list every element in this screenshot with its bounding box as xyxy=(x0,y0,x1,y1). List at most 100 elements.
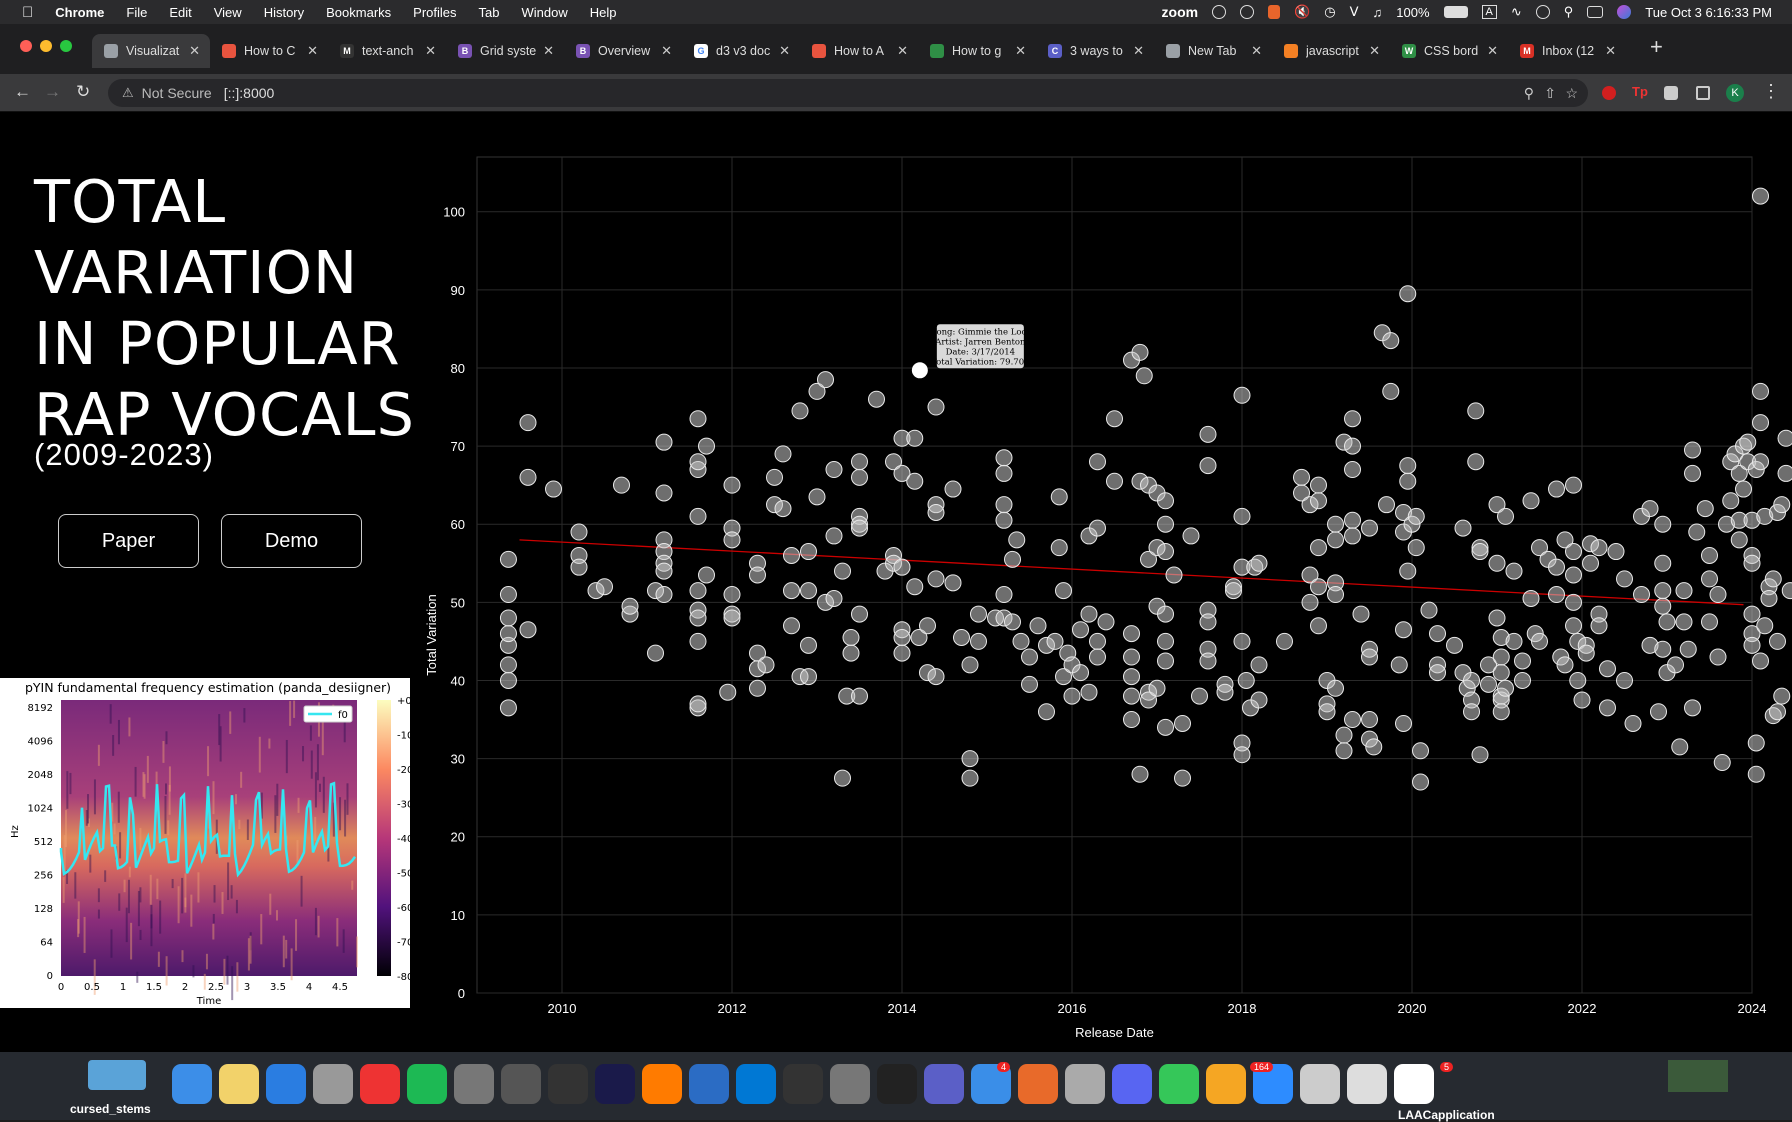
data-point[interactable] xyxy=(1311,618,1327,634)
data-point[interactable] xyxy=(500,587,516,603)
data-point[interactable] xyxy=(1515,653,1531,669)
data-point[interactable] xyxy=(1175,770,1191,786)
data-point[interactable] xyxy=(1251,657,1267,673)
tab-close-icon[interactable]: ✕ xyxy=(1133,43,1144,59)
data-point[interactable] xyxy=(1200,426,1216,442)
data-point[interactable] xyxy=(1680,641,1696,657)
data-point[interactable] xyxy=(1523,493,1539,509)
data-point[interactable] xyxy=(1022,649,1038,665)
data-point[interactable] xyxy=(648,645,664,661)
data-point[interactable] xyxy=(690,633,706,649)
data-point[interactable] xyxy=(1566,544,1582,560)
data-point[interactable] xyxy=(1655,555,1671,571)
battery-icon[interactable] xyxy=(1444,6,1468,18)
data-point[interactable] xyxy=(1753,454,1769,470)
warning-icon[interactable]: ⚠ xyxy=(122,85,134,101)
data-point[interactable] xyxy=(1124,688,1140,704)
data-point[interactable] xyxy=(571,524,587,540)
clock-icon[interactable]: ◷ xyxy=(1324,4,1335,20)
data-point[interactable] xyxy=(520,622,536,638)
data-point[interactable] xyxy=(1549,587,1565,603)
data-point[interactable] xyxy=(1753,383,1769,399)
data-point[interactable] xyxy=(1345,438,1361,454)
data-point[interactable] xyxy=(818,372,834,388)
data-point[interactable] xyxy=(500,610,516,626)
data-point[interactable] xyxy=(775,446,791,462)
data-point[interactable] xyxy=(1489,555,1505,571)
data-point[interactable] xyxy=(1400,563,1416,579)
menu-profiles[interactable]: Profiles xyxy=(413,5,456,20)
security-label[interactable]: Not Secure xyxy=(142,85,212,101)
data-point[interactable] xyxy=(1489,610,1505,626)
tab-close-icon[interactable]: ✕ xyxy=(189,43,200,59)
data-point[interactable] xyxy=(1723,493,1739,509)
data-point[interactable] xyxy=(500,626,516,642)
data-point[interactable] xyxy=(1400,286,1416,302)
data-point[interactable] xyxy=(1175,715,1191,731)
data-point[interactable] xyxy=(894,630,910,646)
data-point[interactable] xyxy=(801,637,817,653)
data-point[interactable] xyxy=(1770,633,1786,649)
data-point[interactable] xyxy=(792,403,808,419)
tab-close-icon[interactable]: ✕ xyxy=(661,43,672,59)
data-point[interactable] xyxy=(1132,766,1148,782)
data-point[interactable] xyxy=(1748,766,1764,782)
data-point[interactable] xyxy=(945,575,961,591)
data-point[interactable] xyxy=(852,688,868,704)
data-point[interactable] xyxy=(1685,700,1701,716)
data-point[interactable] xyxy=(920,618,936,634)
data-point[interactable] xyxy=(571,559,587,575)
data-point[interactable] xyxy=(1234,387,1250,403)
data-point[interactable] xyxy=(1655,516,1671,532)
data-point[interactable] xyxy=(1124,649,1140,665)
data-point[interactable] xyxy=(1782,583,1792,599)
tab-1[interactable]: How to C ✕ xyxy=(210,34,328,68)
data-point[interactable] xyxy=(1383,333,1399,349)
data-point[interactable] xyxy=(1158,516,1174,532)
dock-app-icon[interactable] xyxy=(548,1064,588,1104)
data-point[interactable] xyxy=(1566,567,1582,583)
data-point[interactable] xyxy=(1200,614,1216,630)
data-point[interactable] xyxy=(500,700,516,716)
menu-chrome[interactable]: Chrome xyxy=(55,5,104,20)
data-point[interactable] xyxy=(1311,477,1327,493)
data-point[interactable] xyxy=(1030,618,1046,634)
tab-4[interactable]: B Overview ✕ xyxy=(564,34,682,68)
wifi-icon[interactable]: ∿ xyxy=(1511,4,1522,20)
data-point[interactable] xyxy=(1124,712,1140,728)
data-point[interactable] xyxy=(1051,489,1067,505)
data-point[interactable] xyxy=(1073,665,1089,681)
dock-app-icon[interactable] xyxy=(266,1064,306,1104)
dock-app-icon[interactable] xyxy=(219,1064,259,1104)
data-point[interactable] xyxy=(1493,665,1509,681)
data-point[interactable] xyxy=(1234,508,1250,524)
sidebar-toggle-icon[interactable] xyxy=(1696,86,1710,100)
data-point[interactable] xyxy=(1311,540,1327,556)
data-point[interactable] xyxy=(1098,614,1114,630)
data-point[interactable] xyxy=(1158,544,1174,560)
data-point[interactable] xyxy=(1200,653,1216,669)
control-center-icon[interactable] xyxy=(1587,6,1603,18)
data-point[interactable] xyxy=(690,508,706,524)
data-point[interactable] xyxy=(1655,641,1671,657)
data-point[interactable] xyxy=(1549,559,1565,575)
data-point[interactable] xyxy=(1778,465,1792,481)
data-point[interactable] xyxy=(1549,481,1565,497)
data-point[interactable] xyxy=(996,512,1012,528)
data-point[interactable] xyxy=(1302,594,1318,610)
status-icon[interactable] xyxy=(1212,5,1226,19)
data-point[interactable] xyxy=(656,434,672,450)
data-point[interactable] xyxy=(1251,555,1267,571)
data-point[interactable] xyxy=(1625,715,1641,731)
data-point[interactable] xyxy=(1090,649,1106,665)
address-bar[interactable]: ⚠ Not Secure [::]:8000 ⚲ ⇧ ☆ xyxy=(108,79,1588,107)
dock-app-icon[interactable] xyxy=(877,1064,917,1104)
data-point[interactable] xyxy=(546,481,562,497)
menu-bookmarks[interactable]: Bookmarks xyxy=(326,5,391,20)
dock-app-icon[interactable] xyxy=(924,1064,964,1104)
zoom-status[interactable]: zoom xyxy=(1162,4,1199,20)
tab-close-icon[interactable]: ✕ xyxy=(897,43,908,59)
tab-close-icon[interactable]: ✕ xyxy=(1605,43,1616,59)
tab-5[interactable]: Gd3 v3 doc ✕ xyxy=(682,34,800,68)
data-point[interactable] xyxy=(1345,411,1361,427)
